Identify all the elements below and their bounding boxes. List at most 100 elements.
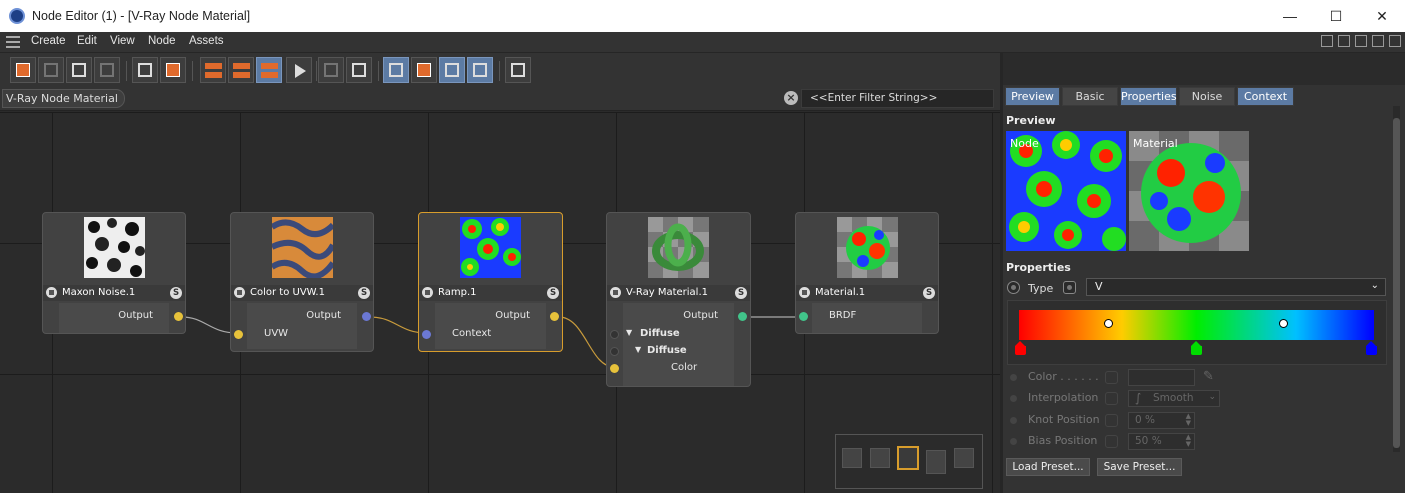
node-header: Ramp.1 S bbox=[419, 285, 562, 301]
input-port[interactable] bbox=[422, 330, 431, 339]
filter-input[interactable]: <<Enter Filter String>> bbox=[801, 89, 994, 108]
color-label: Color . . . . . . bbox=[1028, 370, 1099, 383]
interpolation-override-checkbox[interactable] bbox=[1105, 392, 1118, 405]
node-vray-material[interactable]: V-Ray Material.1 S Output ▼ Diffuse ▼ Di… bbox=[606, 212, 751, 387]
save-preset-button[interactable]: Save Preset... bbox=[1097, 458, 1182, 476]
swap-button[interactable] bbox=[505, 57, 531, 83]
tab-noise[interactable]: Noise bbox=[1179, 87, 1235, 106]
layout-expand-button[interactable] bbox=[228, 57, 254, 83]
maximize-button[interactable]: ☐ bbox=[1313, 0, 1359, 32]
solo-badge[interactable]: S bbox=[358, 287, 370, 299]
output-port[interactable] bbox=[550, 312, 559, 321]
expand-arrow-icon[interactable]: ▼ bbox=[635, 345, 641, 354]
type-override-icon[interactable] bbox=[1063, 281, 1076, 294]
node-ramp[interactable]: Ramp.1 S Output Context bbox=[418, 212, 563, 352]
navigator-minimap[interactable] bbox=[835, 434, 983, 489]
node-material[interactable]: Material.1 S BRDF bbox=[795, 212, 939, 334]
color-override-checkbox[interactable] bbox=[1105, 371, 1118, 384]
scrollbar-thumb[interactable] bbox=[1393, 118, 1400, 448]
node-color-to-uvw[interactable]: Color to UVW.1 S Output UVW bbox=[230, 212, 374, 352]
layout-columns-icon[interactable] bbox=[1338, 35, 1350, 47]
ungroup-button[interactable] bbox=[160, 57, 186, 83]
gradient-color-knot-green[interactable] bbox=[1191, 341, 1202, 356]
port-label: Context bbox=[452, 328, 492, 339]
layout-full-button[interactable] bbox=[256, 57, 282, 83]
type-keyframe-icon[interactable] bbox=[1007, 281, 1020, 294]
tab-preview[interactable]: Preview bbox=[1005, 87, 1060, 106]
expand-arrow-icon[interactable]: ▼ bbox=[626, 328, 632, 337]
group-button[interactable] bbox=[132, 57, 158, 83]
solo-badge[interactable]: S bbox=[170, 287, 182, 299]
node-canvas[interactable]: Maxon Noise.1 S Output Color to UVW.1 S … bbox=[0, 112, 1000, 493]
arrange-button[interactable] bbox=[346, 57, 372, 83]
pick-tool-button[interactable] bbox=[467, 57, 493, 83]
solo-badge[interactable]: S bbox=[735, 287, 747, 299]
gradient-bias-knot[interactable] bbox=[1279, 319, 1288, 328]
minimap-viewport[interactable] bbox=[897, 446, 919, 470]
solo-preview-button[interactable] bbox=[286, 57, 312, 83]
type-dropdown[interactable]: V ⌄ bbox=[1086, 278, 1386, 296]
gradient-color-knot-blue[interactable] bbox=[1366, 341, 1377, 356]
node-header: Maxon Noise.1 S bbox=[43, 285, 185, 301]
stepper-icon[interactable]: ▲ ▼ bbox=[1186, 434, 1191, 448]
layout-collapse-button[interactable] bbox=[200, 57, 226, 83]
breadcrumb[interactable]: V-Ray Node Material bbox=[2, 89, 125, 108]
menu-node[interactable]: Node bbox=[148, 35, 176, 47]
port-group-label: Diffuse bbox=[640, 328, 680, 339]
hamburger-menu-icon[interactable] bbox=[6, 36, 20, 48]
output-port[interactable] bbox=[362, 312, 371, 321]
add-node-button[interactable] bbox=[10, 57, 36, 83]
preview-heading: Preview bbox=[1006, 114, 1056, 127]
interpolation-value: Smooth bbox=[1153, 392, 1194, 404]
color-swatch[interactable] bbox=[1128, 369, 1195, 386]
input-port[interactable] bbox=[234, 330, 243, 339]
clear-filter-icon[interactable]: × bbox=[784, 91, 798, 105]
toolbar-separator bbox=[378, 61, 379, 81]
layout-split-icon[interactable] bbox=[1321, 35, 1333, 47]
tab-context[interactable]: Context bbox=[1237, 87, 1294, 106]
interpolation-dropdown[interactable]: ∫ Smooth ⌄ bbox=[1128, 390, 1220, 407]
solo-badge[interactable]: S bbox=[547, 287, 559, 299]
output-port[interactable] bbox=[738, 312, 747, 321]
input-port-group[interactable] bbox=[610, 330, 619, 339]
frame-selected-button[interactable] bbox=[411, 57, 437, 83]
gradient-bias-knot[interactable] bbox=[1104, 319, 1113, 328]
lock-icon[interactable] bbox=[1372, 35, 1384, 47]
menu-view[interactable]: View bbox=[110, 35, 135, 47]
stepper-icon[interactable]: ▲ ▼ bbox=[1186, 413, 1191, 427]
vertical-scrollbar[interactable] bbox=[1393, 106, 1400, 452]
new-window-icon[interactable] bbox=[1389, 35, 1401, 47]
gradient-bar[interactable] bbox=[1019, 310, 1374, 340]
bias-position-input[interactable]: 50 % ▲ ▼ bbox=[1128, 433, 1195, 450]
properties-heading: Properties bbox=[1006, 261, 1071, 274]
node-header: Material.1 S bbox=[796, 285, 938, 301]
align-button[interactable] bbox=[318, 57, 344, 83]
close-button[interactable]: ✕ bbox=[1359, 0, 1405, 32]
disabled-tool-button-1[interactable] bbox=[38, 57, 64, 83]
eyedropper-icon[interactable]: ✎ bbox=[1203, 369, 1214, 384]
disabled-tool-button-2[interactable] bbox=[94, 57, 120, 83]
input-port[interactable] bbox=[799, 312, 808, 321]
minimize-button[interactable]: — bbox=[1267, 0, 1313, 32]
node-maxon-noise[interactable]: Maxon Noise.1 S Output bbox=[42, 212, 186, 334]
fit-view-button[interactable] bbox=[439, 57, 465, 83]
knot-position-override-checkbox[interactable] bbox=[1105, 414, 1118, 427]
layout-page-icon[interactable] bbox=[1355, 35, 1367, 47]
solo-badge[interactable]: S bbox=[923, 287, 935, 299]
frame-all-button[interactable] bbox=[383, 57, 409, 83]
menu-edit[interactable]: Edit bbox=[77, 35, 97, 47]
tab-basic[interactable]: Basic bbox=[1062, 87, 1118, 106]
knot-position-input[interactable]: 0 % ▲ ▼ bbox=[1128, 412, 1195, 429]
load-preset-button[interactable]: Load Preset... bbox=[1006, 458, 1090, 476]
knot-position-label: Knot Position bbox=[1028, 413, 1100, 426]
menu-create[interactable]: Create bbox=[31, 35, 66, 47]
menu-assets[interactable]: Assets bbox=[189, 35, 224, 47]
type-label: Type bbox=[1028, 282, 1054, 295]
input-port[interactable] bbox=[610, 364, 619, 373]
bias-position-override-checkbox[interactable] bbox=[1105, 435, 1118, 448]
gradient-color-knot-red[interactable] bbox=[1015, 341, 1026, 356]
tab-properties[interactable]: Properties bbox=[1120, 87, 1177, 106]
input-port-group[interactable] bbox=[610, 347, 619, 356]
connect-node-button[interactable] bbox=[66, 57, 92, 83]
output-port[interactable] bbox=[174, 312, 183, 321]
